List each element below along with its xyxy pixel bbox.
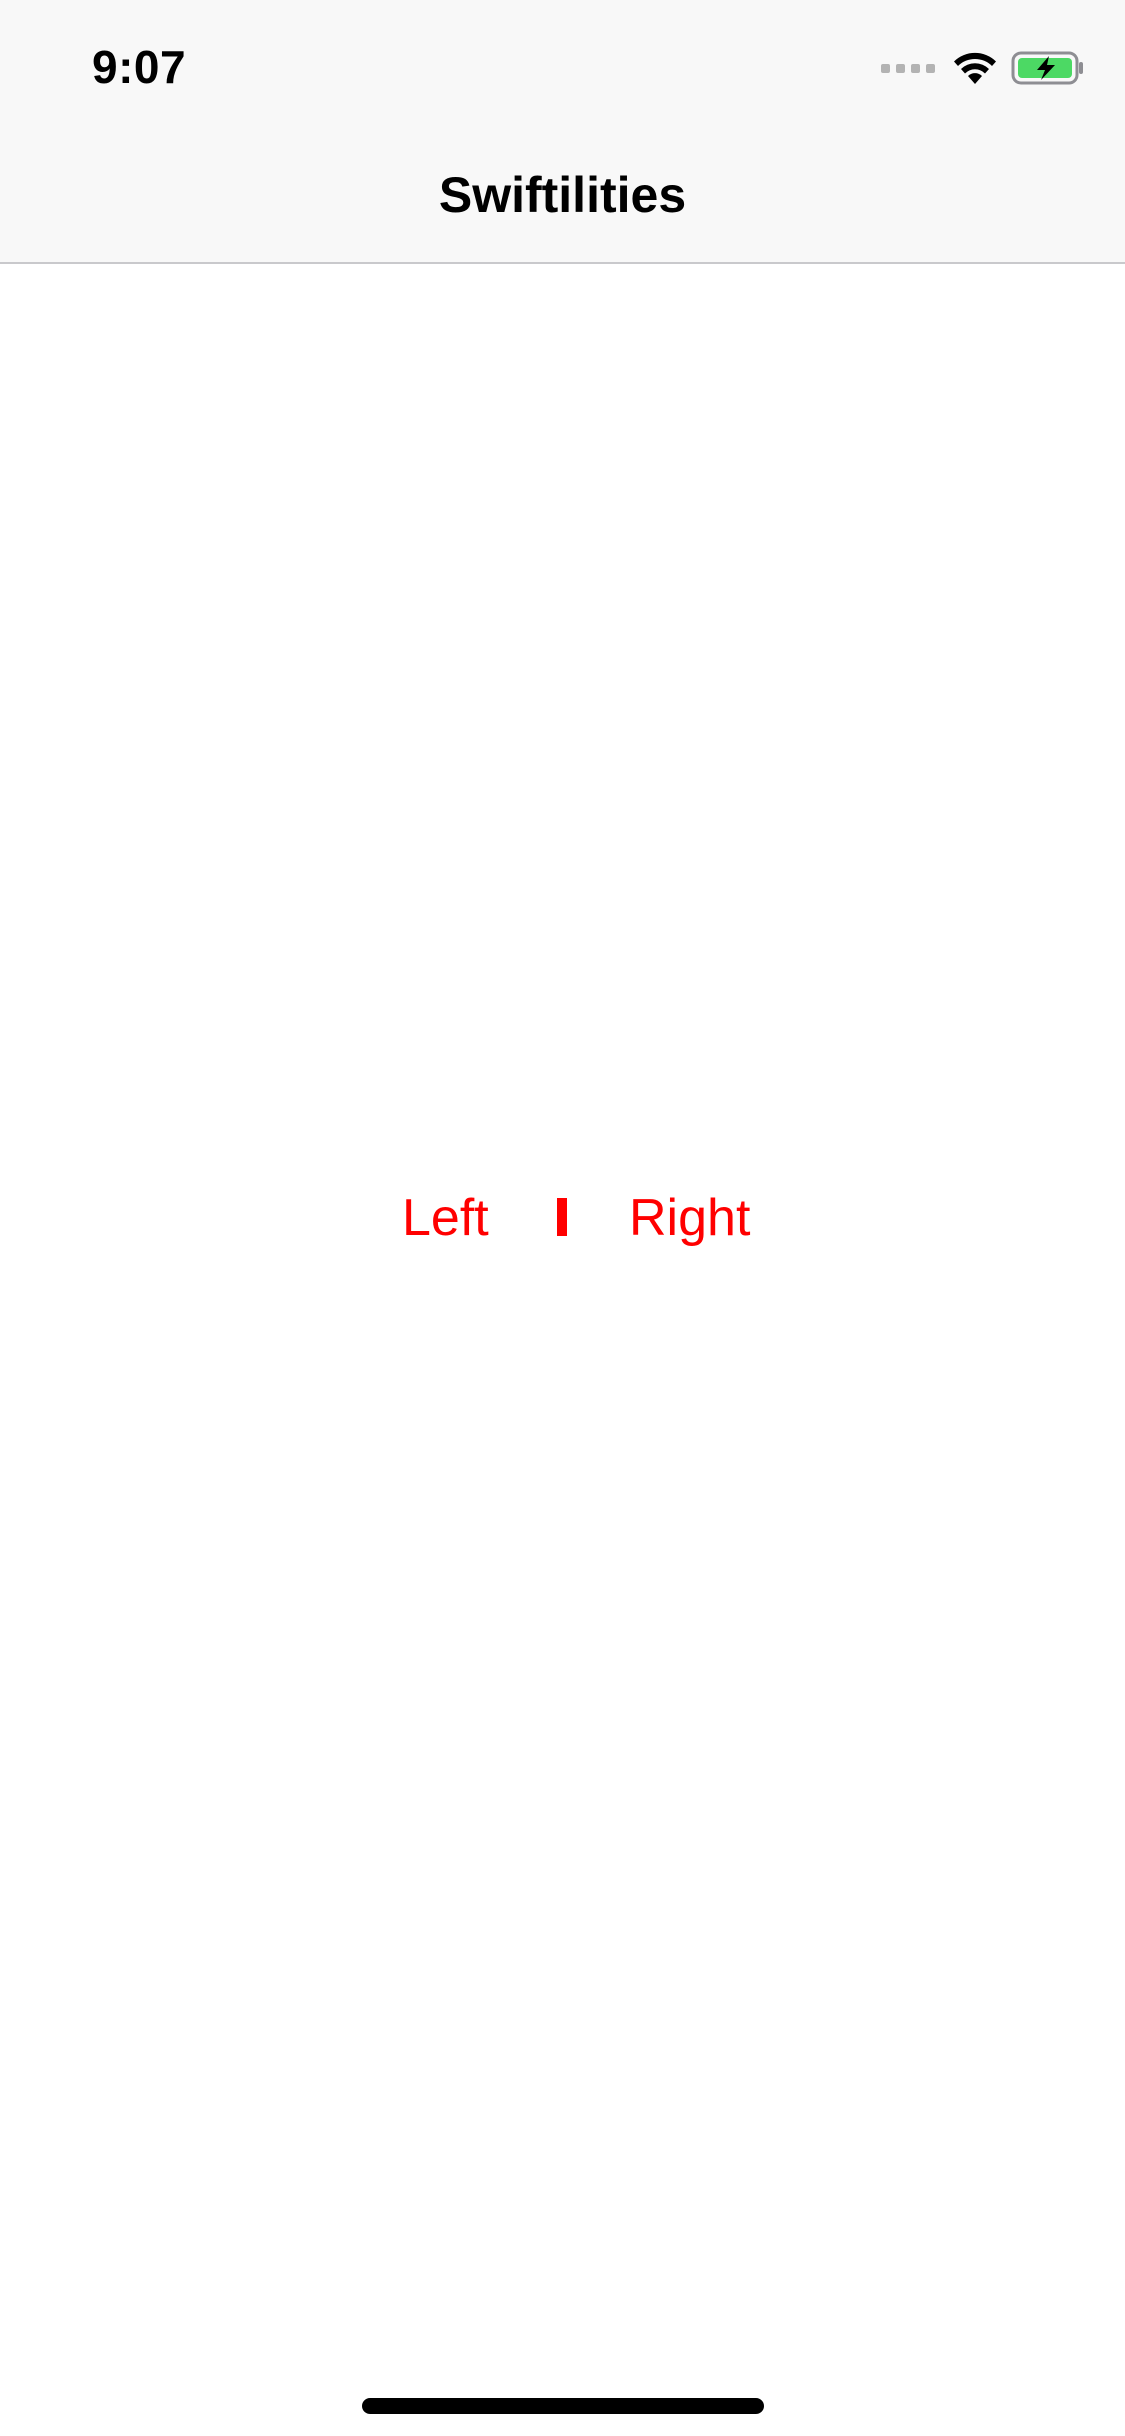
navigation-header: 9:07 Swiftilities: [0, 0, 1125, 264]
segmented-control: Left Right: [0, 1180, 1125, 1256]
segment-right-button[interactable]: Right: [629, 1180, 750, 1256]
status-time: 9:07: [92, 41, 187, 93]
battery-charging-icon: [1011, 51, 1083, 85]
wifi-icon: [954, 52, 996, 84]
app-screen: 9:07 Swiftilities Left Right: [0, 0, 1125, 2436]
status-icons: [881, 48, 1085, 88]
signal-dots-icon: [881, 63, 935, 73]
page-title: Swiftilities: [438, 167, 687, 223]
home-indicator[interactable]: [362, 2398, 764, 2414]
segment-left-button[interactable]: Left: [402, 1180, 489, 1256]
segment-divider: [557, 1198, 567, 1236]
